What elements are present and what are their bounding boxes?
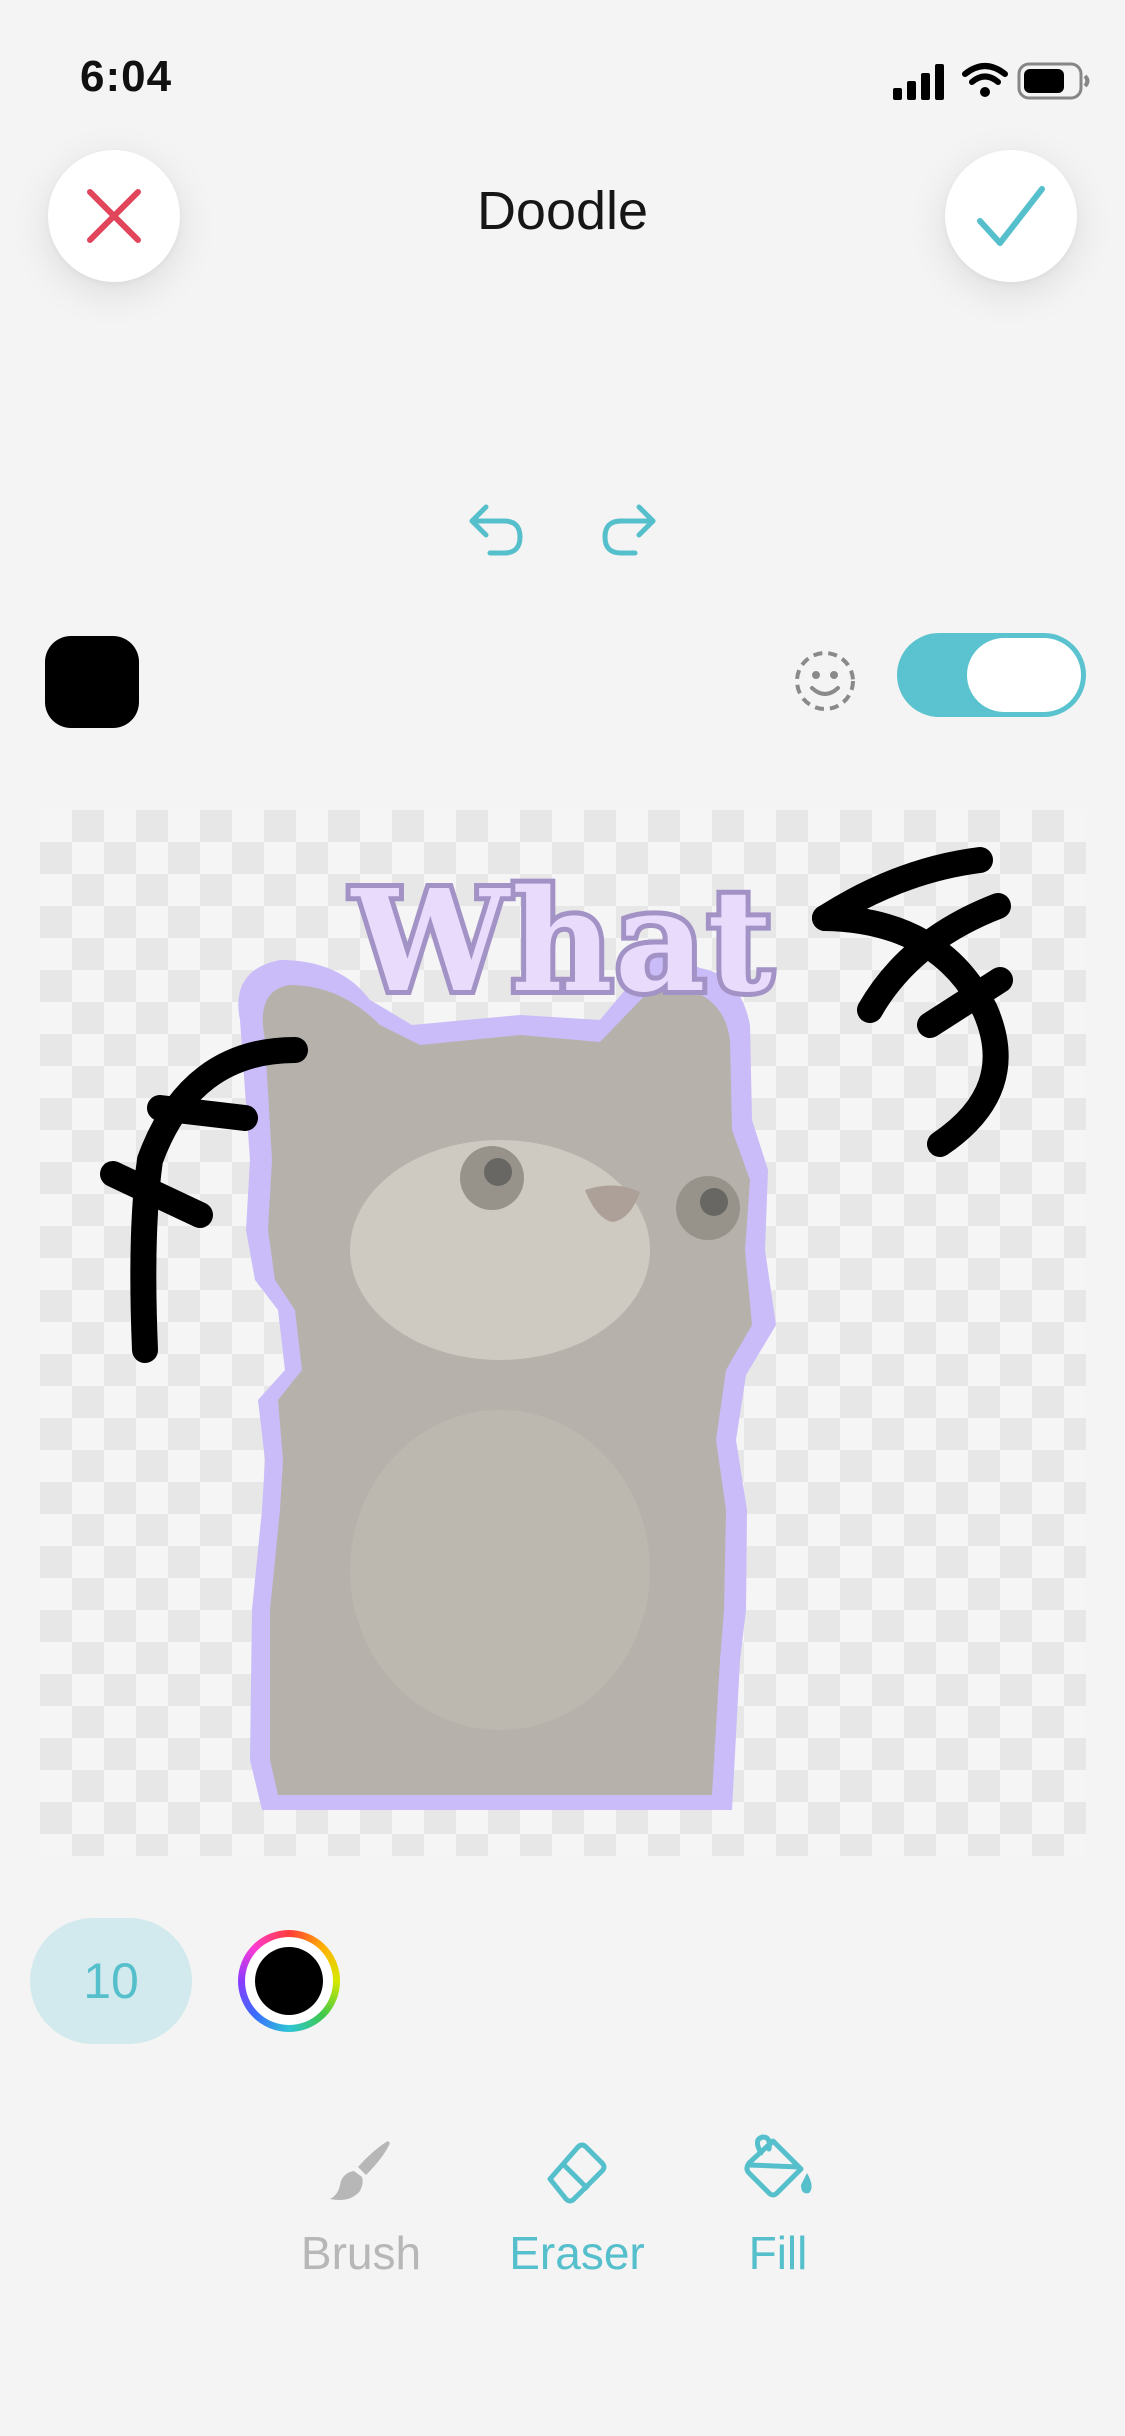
cellular-signal-icon [893, 64, 944, 100]
sticker-face-icon [795, 651, 855, 711]
tool-eraser-label: Eraser [509, 2227, 645, 2279]
brush-size-button[interactable]: 10 [30, 1918, 192, 2044]
redo-icon [602, 504, 656, 556]
drawing-canvas[interactable]: What [40, 810, 1086, 1856]
sticker-text: What [347, 855, 777, 1029]
tool-fill-label: Fill [748, 2227, 808, 2279]
checkmark-icon [977, 186, 1045, 246]
status-icons [893, 60, 1093, 104]
history-controls [0, 495, 1125, 565]
toggle-switch[interactable] [897, 633, 1086, 717]
color-swatch[interactable] [45, 636, 139, 728]
battery-icon [1017, 62, 1090, 100]
tool-brush-label: Brush [300, 2227, 422, 2279]
confirm-button[interactable] [945, 150, 1077, 282]
current-color-dot [255, 1947, 323, 2015]
sticker-face-button[interactable] [792, 648, 858, 714]
fill-bucket-icon [683, 2130, 873, 2210]
status-bar: 6:04 [0, 0, 1125, 140]
tool-eraser[interactable]: Eraser [482, 2130, 672, 2280]
status-time: 6:04 [80, 52, 173, 101]
toggle-knob [967, 638, 1081, 712]
undo-icon [469, 504, 523, 556]
eraser-icon [482, 2130, 672, 2210]
brush-icon [266, 2130, 456, 2210]
color-picker-ring [245, 1937, 333, 2025]
tool-fill[interactable]: Fill [683, 2130, 873, 2280]
undo-button[interactable] [462, 495, 530, 563]
wifi-icon [962, 63, 1008, 97]
tool-brush[interactable]: Brush [266, 2130, 456, 2280]
brush-color-picker[interactable] [238, 1930, 340, 2032]
redo-button[interactable] [595, 495, 663, 563]
